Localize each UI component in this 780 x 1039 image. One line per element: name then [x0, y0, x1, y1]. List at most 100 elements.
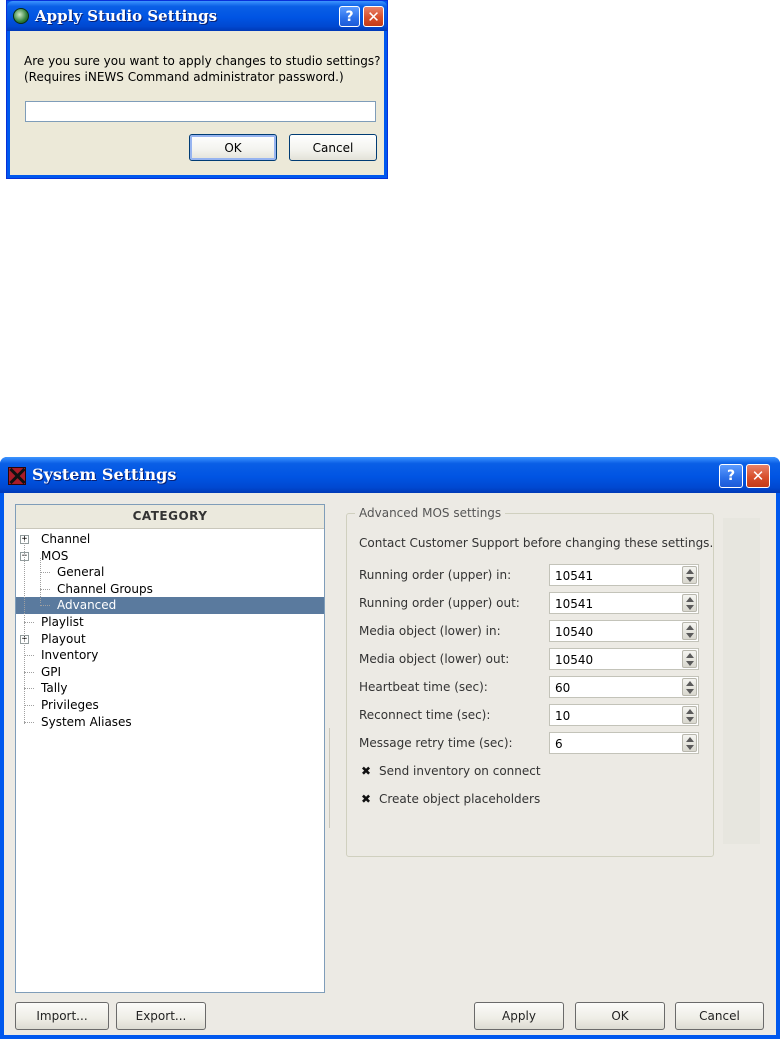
setting-label: Running order (upper) in: — [359, 568, 512, 582]
tree-item[interactable]: General — [16, 564, 324, 581]
spin-buttons[interactable] — [682, 650, 697, 668]
tree-item-label: Privileges — [41, 697, 99, 712]
tree-connector — [24, 688, 34, 690]
system-settings-title-bar[interactable]: System Settings ? ✕ — [0, 457, 780, 493]
setting-label: Reconnect time (sec): — [359, 708, 491, 722]
spin-up-icon[interactable] — [686, 597, 694, 602]
spin-buttons[interactable] — [682, 622, 697, 640]
spin-down-icon[interactable] — [686, 717, 694, 722]
apply-dialog-body: Are you sure you want to apply changes t… — [10, 31, 384, 175]
setting-value[interactable]: 10541 — [555, 569, 593, 583]
cancel-button[interactable]: Cancel — [675, 1002, 764, 1030]
spin-buttons[interactable] — [682, 678, 697, 696]
setting-spinbox[interactable]: 10541 — [549, 564, 699, 586]
spin-buttons[interactable] — [682, 594, 697, 612]
system-settings-title: System Settings — [32, 465, 177, 484]
tree-item-label: Inventory — [41, 648, 99, 663]
setting-value[interactable]: 6 — [555, 737, 563, 751]
tree-item-label: Tally — [41, 681, 68, 696]
tree-item[interactable]: Playlist — [16, 614, 324, 631]
group-title: Advanced MOS settings — [355, 506, 506, 520]
tree-item-label: Channel Groups — [57, 581, 153, 596]
tree-item-label: Advanced — [57, 598, 117, 613]
spin-down-icon[interactable] — [686, 689, 694, 694]
tree-connector — [24, 655, 34, 657]
apply-cancel-button[interactable]: Cancel — [289, 134, 377, 161]
tree-item[interactable]: + Playout — [16, 631, 324, 648]
spin-up-icon[interactable] — [686, 737, 694, 742]
setting-spinbox[interactable]: 10541 — [549, 592, 699, 614]
close-icon[interactable]: ✕ — [363, 6, 384, 27]
setting-value[interactable]: 10 — [555, 709, 570, 723]
setting-value[interactable]: 10540 — [555, 653, 593, 667]
spin-up-icon[interactable] — [686, 569, 694, 574]
spin-down-icon[interactable] — [686, 661, 694, 666]
spin-down-icon[interactable] — [686, 633, 694, 638]
tree-item-label: System Aliases — [41, 714, 132, 729]
checkbox-label: Create object placeholders — [379, 792, 541, 806]
tree-connector — [24, 704, 34, 706]
setting-row: Heartbeat time (sec): 60 — [359, 676, 704, 698]
tree-item[interactable]: − MOS — [16, 548, 324, 565]
spin-buttons[interactable] — [682, 706, 697, 724]
setting-label: Media object (lower) out: — [359, 652, 510, 666]
setting-value[interactable]: 60 — [555, 681, 570, 695]
system-settings-body: CATEGORY + Channel − MOS General Channel Grou… — [4, 493, 776, 1035]
spin-up-icon[interactable] — [686, 709, 694, 714]
apply-ok-button[interactable]: OK — [189, 134, 277, 161]
tree-item-label: Playlist — [41, 614, 84, 629]
setting-spinbox[interactable]: 60 — [549, 676, 699, 698]
category-header: CATEGORY — [16, 505, 324, 529]
setting-row: Media object (lower) in: 10540 — [359, 620, 704, 642]
setting-value[interactable]: 10541 — [555, 597, 593, 611]
tree-item[interactable]: Inventory — [16, 647, 324, 664]
setting-spinbox[interactable]: 10540 — [549, 648, 699, 670]
setting-spinbox[interactable]: 10540 — [549, 620, 699, 642]
password-field[interactable] — [25, 101, 376, 122]
tree-item-label: General — [57, 565, 105, 580]
setting-spinbox[interactable]: 10 — [549, 704, 699, 726]
apply-studio-settings-dialog: Apply Studio Settings ? ✕ Are you sure y… — [6, 0, 388, 179]
splitter-handle[interactable] — [329, 728, 333, 828]
tree-connector — [40, 557, 41, 604]
setting-row: Reconnect time (sec): 10 — [359, 704, 704, 726]
help-icon[interactable]: ? — [719, 464, 743, 488]
tree-item[interactable]: Privileges — [16, 697, 324, 714]
tree-item[interactable]: Advanced — [16, 597, 324, 614]
setting-row: Message retry time (sec): 6 — [359, 732, 704, 754]
setting-row: Running order (upper) in: 10541 — [359, 564, 704, 586]
tree-connector — [24, 541, 25, 724]
spin-buttons[interactable] — [682, 734, 697, 752]
advanced-mos-settings-group: Advanced MOS settings Contact Customer S… — [346, 506, 714, 857]
spin-down-icon[interactable] — [686, 577, 694, 582]
tree-item[interactable]: GPI — [16, 664, 324, 681]
setting-label: Media object (lower) in: — [359, 624, 501, 638]
setting-label: Running order (upper) out: — [359, 596, 520, 610]
help-icon[interactable]: ? — [339, 6, 360, 27]
spin-up-icon[interactable] — [686, 625, 694, 630]
spin-down-icon[interactable] — [686, 745, 694, 750]
close-icon[interactable]: ✕ — [746, 464, 770, 488]
apply-dialog-title-bar[interactable]: Apply Studio Settings ? ✕ — [7, 1, 387, 31]
ok-button[interactable]: OK — [575, 1002, 665, 1030]
tree-item-label: Playout — [41, 631, 86, 646]
tree-item[interactable]: + Channel — [16, 531, 324, 548]
tree-item[interactable]: Tally — [16, 680, 324, 697]
tree-item[interactable]: Channel Groups — [16, 581, 324, 598]
tree-item-label: Channel — [41, 532, 91, 546]
checkbox[interactable]: ✖ — [359, 764, 373, 778]
spin-up-icon[interactable] — [686, 653, 694, 658]
apply-button[interactable]: Apply — [474, 1002, 564, 1030]
setting-value[interactable]: 10540 — [555, 625, 593, 639]
support-warning: Contact Customer Support before changing… — [359, 536, 714, 550]
setting-spinbox[interactable]: 6 — [549, 732, 699, 754]
app-icon — [8, 467, 26, 485]
spin-up-icon[interactable] — [686, 681, 694, 686]
export-button[interactable]: Export... — [116, 1002, 206, 1030]
spin-down-icon[interactable] — [686, 605, 694, 610]
tree-item[interactable]: System Aliases — [16, 714, 324, 731]
tree-connector — [24, 721, 34, 723]
checkbox[interactable]: ✖ — [359, 792, 373, 806]
import-button[interactable]: Import... — [15, 1002, 109, 1030]
spin-buttons[interactable] — [682, 566, 697, 584]
